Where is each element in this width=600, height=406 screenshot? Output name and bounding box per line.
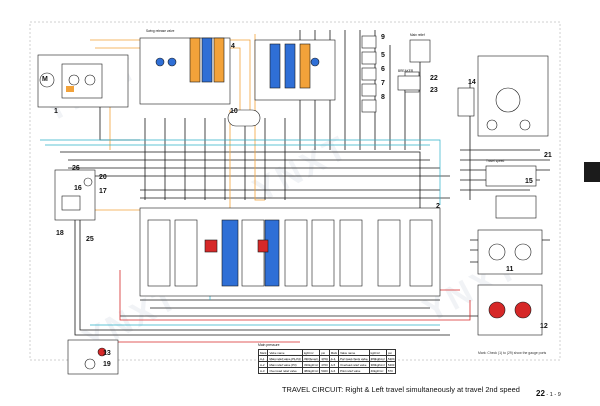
callout-4: 4 (231, 43, 235, 50)
travel-speed-label: Travel speed (486, 159, 505, 163)
callout-19: 19 (103, 361, 111, 368)
callout-18: 18 (56, 230, 64, 237)
swing-release-label: Swing release valve (146, 29, 175, 33)
schematic-diagram (29, 21, 561, 375)
callout-2: 2 (436, 203, 440, 210)
page-number-suffix: - 1 - 9 (544, 392, 561, 398)
motor-label: M (42, 76, 48, 83)
table-cell: 570 (385, 367, 397, 374)
page-number-main: 22 (536, 389, 545, 398)
callout-25: 25 (86, 236, 94, 243)
spec-table-title: Main pressure (258, 343, 280, 347)
table-cell: A-3 (257, 367, 269, 374)
table-cell: A-6 (328, 367, 340, 374)
callout-5: 5 (381, 52, 385, 59)
callout-21: 21 (544, 152, 552, 159)
callout-6: 6 (381, 66, 385, 73)
section-tab-marker (584, 162, 600, 182)
callout-13: 13 (103, 350, 111, 357)
callout-12: 12 (540, 323, 548, 330)
callout-20: 20 (99, 174, 107, 181)
callout-23: 23 (430, 87, 438, 94)
callout-10: 10 (230, 108, 238, 115)
callout-11: 11 (506, 266, 514, 273)
callout-9: 9 (381, 34, 385, 41)
table-cell: 5400 (319, 367, 330, 374)
callout-14: 14 (468, 79, 476, 86)
hydraulic-schematic-page: YNXT YNXT YNXT YNXT (0, 0, 600, 406)
callout-7: 7 (381, 80, 385, 87)
main-relief-label: Main relief (410, 33, 425, 37)
callout-16: 16 (74, 185, 82, 192)
callout-8: 8 (381, 94, 385, 101)
table-cell: 40kgf/cm² (368, 367, 387, 374)
callout-26: 26 (72, 165, 80, 172)
table-cell: Pilot relief valve (338, 367, 370, 374)
callout-17: 17 (99, 188, 107, 195)
gauge-port-note: Mark: Check (1) to (29) show the gauge p… (478, 351, 547, 355)
page-number: 22 - 1 - 9 (536, 389, 561, 398)
table-cell: Over-load relief valve (267, 367, 303, 374)
breaker-label: BREAKER (398, 69, 414, 73)
callout-15: 15 (525, 178, 533, 185)
diagram-caption: TRAVEL CIRCUIT: Right & Left travel simu… (282, 385, 520, 394)
callout-22: 22 (430, 75, 438, 82)
table-cell: 380kgf/cm² (301, 367, 321, 374)
pressure-spec-table: Mark Valve name kgf/cm² psi Mark Valve n… (257, 349, 397, 374)
callout-1: 1 (54, 108, 58, 115)
table-row: A-3 Over-load relief valve 380kgf/cm² 54… (257, 367, 397, 374)
